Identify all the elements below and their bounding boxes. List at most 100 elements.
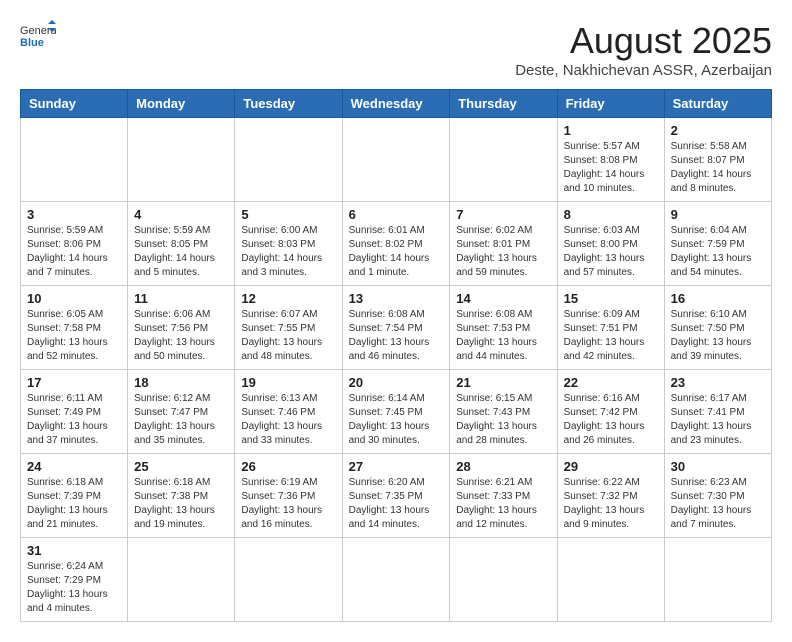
calendar-cell: 23 Sunrise: 6:17 AM Sunset: 7:41 PM Dayli… [664,370,771,454]
day-info: Sunrise: 6:11 AM Sunset: 7:49 PM Dayligh… [27,392,121,448]
day-info: Sunrise: 5:57 AM Sunset: 8:08 PM Dayligh… [564,140,658,196]
day-number: 1 [564,123,658,138]
day-info: Sunrise: 6:14 AM Sunset: 7:45 PM Dayligh… [349,392,444,448]
day-number: 9 [671,207,765,222]
calendar-cell: 25 Sunrise: 6:18 AM Sunset: 7:38 PM Dayli… [128,454,235,538]
calendar-cell: 10 Sunrise: 6:05 AM Sunset: 7:58 PM Dayli… [21,286,128,370]
calendar-cell: 8 Sunrise: 6:03 AM Sunset: 8:00 PM Daylig… [557,202,664,286]
day-number: 8 [564,207,658,222]
calendar-cell: 13Sunrise: 6:08 AM Sunset: 7:54 PM Dayli… [342,286,450,370]
day-info: Sunrise: 6:03 AM Sunset: 8:00 PM Dayligh… [564,224,658,280]
col-monday: Monday [128,90,235,118]
day-number: 26 [241,459,335,474]
day-info: Sunrise: 5:58 AM Sunset: 8:07 PM Dayligh… [671,140,765,196]
day-info: Sunrise: 6:06 AM Sunset: 7:56 PM Dayligh… [134,308,228,364]
calendar-cell: 22Sunrise: 6:16 AM Sunset: 7:42 PM Dayli… [557,370,664,454]
col-sunday: Sunday [21,90,128,118]
header: General Blue August 2025 Deste, Nakhiche… [20,20,772,79]
day-info: Sunrise: 6:08 AM Sunset: 7:54 PM Dayligh… [349,308,444,364]
day-info: Sunrise: 6:09 AM Sunset: 7:51 PM Dayligh… [564,308,658,364]
calendar-cell: 9 Sunrise: 6:04 AM Sunset: 7:59 PM Daylig… [664,202,771,286]
day-number: 21 [456,375,550,390]
day-info: Sunrise: 6:24 AM Sunset: 7:29 PM Dayligh… [27,560,121,616]
day-info: Sunrise: 5:59 AM Sunset: 8:05 PM Dayligh… [134,224,228,280]
calendar-cell: 2 Sunrise: 5:58 AM Sunset: 8:07 PM Daylig… [664,118,771,202]
day-info: Sunrise: 6:01 AM Sunset: 8:02 PM Dayligh… [349,224,444,280]
calendar-table: Sunday Monday Tuesday Wednesday Thursday… [20,89,772,622]
calendar-cell [21,118,128,202]
col-saturday: Saturday [664,90,771,118]
day-info: Sunrise: 6:00 AM Sunset: 8:03 PM Dayligh… [241,224,335,280]
day-info: Sunrise: 6:13 AM Sunset: 7:46 PM Dayligh… [241,392,335,448]
day-number: 5 [241,207,335,222]
day-info: Sunrise: 5:59 AM Sunset: 8:06 PM Dayligh… [27,224,121,280]
calendar-cell [235,538,342,622]
calendar-cell: 11 Sunrise: 6:06 AM Sunset: 7:56 PM Dayli… [128,286,235,370]
calendar-cell [128,118,235,202]
calendar-cell [557,538,664,622]
calendar-week-row-4: 24 Sunrise: 6:18 AM Sunset: 7:39 PM Dayli… [21,454,772,538]
day-number: 18 [134,375,228,390]
day-number: 31 [27,543,121,558]
day-number: 10 [27,291,121,306]
day-info: Sunrise: 6:07 AM Sunset: 7:55 PM Dayligh… [241,308,335,364]
location-subtitle: Deste, Nakhichevan ASSR, Azerbaijan [515,62,772,79]
calendar-week-row-5: 31 Sunrise: 6:24 AM Sunset: 7:29 PM Dayli… [21,538,772,622]
day-number: 19 [241,375,335,390]
day-info: Sunrise: 6:17 AM Sunset: 7:41 PM Dayligh… [671,392,765,448]
calendar-cell: 26Sunrise: 6:19 AM Sunset: 7:36 PM Dayli… [235,454,342,538]
calendar-cell [450,538,557,622]
day-number: 11 [134,291,228,306]
generalblue-logo-icon: General Blue [20,20,56,48]
calendar-cell [235,118,342,202]
day-number: 3 [27,207,121,222]
day-number: 6 [349,207,444,222]
col-tuesday: Tuesday [235,90,342,118]
calendar-cell [664,538,771,622]
calendar-week-row-2: 10 Sunrise: 6:05 AM Sunset: 7:58 PM Dayli… [21,286,772,370]
col-wednesday: Wednesday [342,90,450,118]
calendar-cell: 31 Sunrise: 6:24 AM Sunset: 7:29 PM Dayli… [21,538,128,622]
day-info: Sunrise: 6:04 AM Sunset: 7:59 PM Dayligh… [671,224,765,280]
calendar-cell: 29Sunrise: 6:22 AM Sunset: 7:32 PM Dayli… [557,454,664,538]
day-info: Sunrise: 6:21 AM Sunset: 7:33 PM Dayligh… [456,476,550,532]
calendar-week-row-3: 17Sunrise: 6:11 AM Sunset: 7:49 PM Dayli… [21,370,772,454]
calendar-cell: 6 Sunrise: 6:01 AM Sunset: 8:02 PM Daylig… [342,202,450,286]
logo: General Blue [20,20,56,48]
day-info: Sunrise: 6:18 AM Sunset: 7:39 PM Dayligh… [27,476,121,532]
calendar-cell: 5 Sunrise: 6:00 AM Sunset: 8:03 PM Daylig… [235,202,342,286]
day-number: 2 [671,123,765,138]
calendar-cell: 21 Sunrise: 6:15 AM Sunset: 7:43 PM Dayli… [450,370,557,454]
day-info: Sunrise: 6:05 AM Sunset: 7:58 PM Dayligh… [27,308,121,364]
day-number: 4 [134,207,228,222]
day-info: Sunrise: 6:22 AM Sunset: 7:32 PM Dayligh… [564,476,658,532]
day-number: 27 [349,459,444,474]
calendar-cell: 14 Sunrise: 6:08 AM Sunset: 7:53 PM Dayli… [450,286,557,370]
day-info: Sunrise: 6:10 AM Sunset: 7:50 PM Dayligh… [671,308,765,364]
calendar-header-row: Sunday Monday Tuesday Wednesday Thursday… [21,90,772,118]
col-friday: Friday [557,90,664,118]
calendar-cell: 30Sunrise: 6:23 AM Sunset: 7:30 PM Dayli… [664,454,771,538]
calendar-cell: 16 Sunrise: 6:10 AM Sunset: 7:50 PM Dayli… [664,286,771,370]
calendar-cell: 17Sunrise: 6:11 AM Sunset: 7:49 PM Dayli… [21,370,128,454]
calendar-cell [342,118,450,202]
calendar-week-row-1: 3 Sunrise: 5:59 AM Sunset: 8:06 PM Daylig… [21,202,772,286]
calendar-cell [450,118,557,202]
day-info: Sunrise: 6:18 AM Sunset: 7:38 PM Dayligh… [134,476,228,532]
day-number: 25 [134,459,228,474]
calendar-cell: 24 Sunrise: 6:18 AM Sunset: 7:39 PM Dayli… [21,454,128,538]
day-number: 24 [27,459,121,474]
day-number: 7 [456,207,550,222]
day-info: Sunrise: 6:15 AM Sunset: 7:43 PM Dayligh… [456,392,550,448]
svg-text:General: General [20,25,56,37]
calendar-cell: 18 Sunrise: 6:12 AM Sunset: 7:47 PM Dayli… [128,370,235,454]
day-info: Sunrise: 6:20 AM Sunset: 7:35 PM Dayligh… [349,476,444,532]
day-info: Sunrise: 6:12 AM Sunset: 7:47 PM Dayligh… [134,392,228,448]
day-number: 23 [671,375,765,390]
calendar-cell: 27 Sunrise: 6:20 AM Sunset: 7:35 PM Dayli… [342,454,450,538]
day-number: 14 [456,291,550,306]
calendar-cell: 3 Sunrise: 5:59 AM Sunset: 8:06 PM Daylig… [21,202,128,286]
calendar-cell: 28Sunrise: 6:21 AM Sunset: 7:33 PM Dayli… [450,454,557,538]
day-info: Sunrise: 6:08 AM Sunset: 7:53 PM Dayligh… [456,308,550,364]
day-number: 16 [671,291,765,306]
